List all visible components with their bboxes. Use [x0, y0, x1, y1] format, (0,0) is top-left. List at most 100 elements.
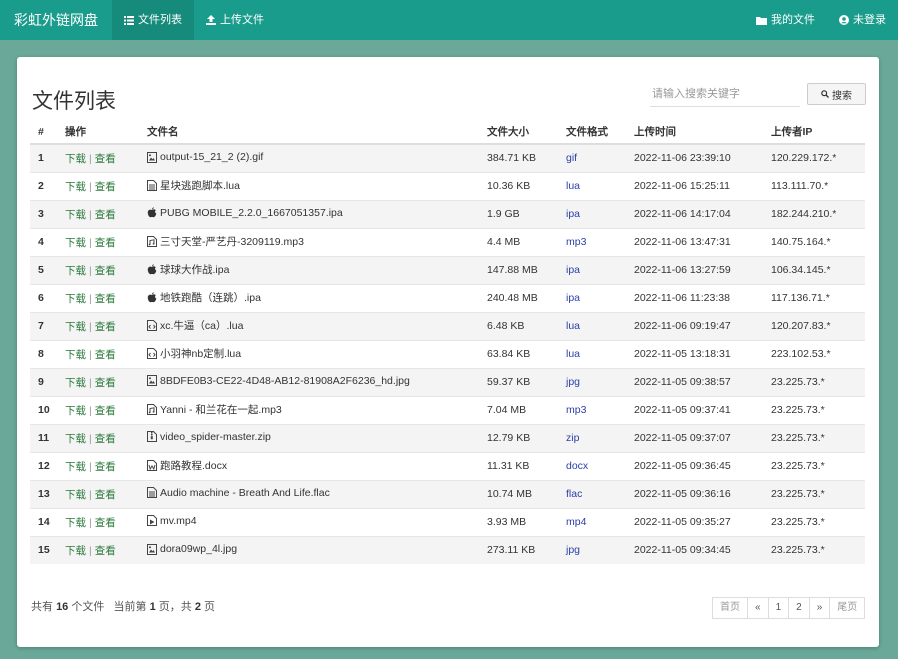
uploader-ip: 182.244.210.* — [763, 199, 865, 228]
row-number: 15 — [30, 535, 57, 564]
pager-next[interactable]: » — [808, 597, 831, 619]
uploader-ip: 106.34.145.* — [763, 255, 865, 284]
download-link[interactable]: 下载 — [65, 489, 86, 501]
nav-login[interactable]: 未登录 — [827, 0, 898, 40]
file-format: lua — [558, 311, 626, 340]
file-size: 63.84 KB — [479, 339, 558, 368]
table-row: 4 下载 | 查看 三寸天堂-严艺丹-3209119.mp3 4.4 MB mp3 2022-… — [30, 227, 865, 256]
pager-page-1[interactable]: 1 — [767, 597, 790, 619]
uploader-ip: 23.225.73.* — [763, 451, 865, 480]
row-number: 5 — [30, 255, 57, 284]
download-link[interactable]: 下载 — [65, 545, 86, 557]
file-size: 1.9 GB — [479, 199, 558, 228]
view-link[interactable]: 查看 — [95, 461, 116, 473]
view-link[interactable]: 查看 — [95, 377, 116, 389]
download-link[interactable]: 下载 — [65, 405, 86, 417]
row-actions: 下载 | 查看 — [57, 367, 139, 396]
download-link[interactable]: 下载 — [65, 349, 86, 361]
uploader-ip: 23.225.73.* — [763, 423, 865, 452]
pager-first[interactable]: 首页 — [712, 597, 748, 619]
apple-icon — [147, 207, 157, 218]
file-name-cell: 星块逃跑脚本.lua — [139, 171, 479, 200]
file-name[interactable]: 球球大作战.ipa — [160, 262, 229, 277]
search-button[interactable]: 搜索 — [807, 83, 866, 105]
file-name[interactable]: 小羽神nb定制.lua — [160, 346, 241, 361]
download-link[interactable]: 下载 — [65, 181, 86, 193]
file-name[interactable]: xc.牛逼（ca）.lua — [160, 318, 243, 333]
file-size: 10.36 KB — [479, 171, 558, 200]
download-link[interactable]: 下载 — [65, 517, 86, 529]
view-link[interactable]: 查看 — [95, 405, 116, 417]
file-size: 147.88 MB — [479, 255, 558, 284]
brand-logo[interactable]: 彩虹外链网盘 — [0, 0, 112, 40]
table-row: 15 下载 | 查看 dora09wp_4l.jpg 273.11 KB jpg 2022-1… — [30, 535, 865, 564]
file-list-panel: 文件列表 搜索 # 操作 文件名 文件大小 文件格式 上传时间 上传者IP 1下… — [17, 57, 879, 647]
uploader-ip: 23.225.73.* — [763, 367, 865, 396]
nav-my-files[interactable]: 我的文件 — [744, 0, 827, 40]
list-icon — [124, 15, 134, 25]
upload-time: 2022-11-05 13:18:31 — [626, 339, 763, 368]
view-link[interactable]: 查看 — [95, 237, 116, 249]
file-name[interactable]: video_spider-master.zip — [160, 431, 271, 443]
pager-prev[interactable]: « — [747, 597, 769, 619]
file-name[interactable]: 星块逃跑脚本.lua — [160, 178, 240, 193]
download-link[interactable]: 下载 — [65, 293, 86, 305]
file-name-cell: Audio machine - Breath And Life.flac — [139, 479, 479, 508]
download-link[interactable]: 下载 — [65, 461, 86, 473]
row-number: 4 — [30, 227, 57, 256]
table-row: 8 下载 | 查看 小羽神nb定制.lua 63.84 KB lua 2022-11-05 1… — [30, 339, 865, 368]
view-link[interactable]: 查看 — [95, 349, 116, 361]
action-separator: | — [89, 516, 92, 529]
view-link[interactable]: 查看 — [95, 489, 116, 501]
file-name[interactable]: 三寸天堂-严艺丹-3209119.mp3 — [160, 234, 304, 249]
download-link[interactable]: 下载 — [65, 377, 86, 389]
apple-icon — [147, 292, 157, 303]
post-pages-text: 页 — [204, 601, 216, 613]
header-time: 上传时间 — [626, 120, 763, 145]
file-format: lua — [558, 171, 626, 200]
view-link[interactable]: 查看 — [95, 433, 116, 445]
view-link[interactable]: 查看 — [95, 321, 116, 333]
file-name[interactable]: dora09wp_4l.jpg — [160, 543, 237, 555]
file-format: ipa — [558, 199, 626, 228]
action-separator: | — [89, 180, 92, 193]
nav-upload[interactable]: 上传文件 — [194, 0, 276, 40]
file-name[interactable]: 跑路教程.docx — [160, 458, 227, 473]
file-format: mp4 — [558, 507, 626, 536]
download-link[interactable]: 下载 — [65, 321, 86, 333]
view-link[interactable]: 查看 — [95, 181, 116, 193]
nav-file-list[interactable]: 文件列表 — [112, 0, 194, 40]
file-name[interactable]: 地铁跑酷（连跳）.ipa — [160, 290, 261, 305]
download-link[interactable]: 下载 — [65, 265, 86, 277]
file-name[interactable]: mv.mp4 — [160, 515, 197, 527]
view-link[interactable]: 查看 — [95, 265, 116, 277]
file-name[interactable]: PUBG MOBILE_2.2.0_1667051357.ipa — [160, 207, 343, 219]
view-link[interactable]: 查看 — [95, 293, 116, 305]
uploader-ip: 23.225.73.* — [763, 535, 865, 564]
table-header-row: # 操作 文件名 文件大小 文件格式 上传时间 上传者IP — [30, 120, 865, 145]
action-separator: | — [89, 236, 92, 249]
post-total-text: 个文件 — [71, 601, 105, 613]
view-link[interactable]: 查看 — [95, 517, 116, 529]
download-link[interactable]: 下载 — [65, 433, 86, 445]
download-link[interactable]: 下载 — [65, 153, 86, 165]
pager-last[interactable]: 尾页 — [829, 597, 866, 619]
file-name[interactable]: 8BDFE0B3-CE22-4D48-AB12-81908A2F6236_hd.… — [160, 375, 410, 387]
action-separator: | — [89, 376, 92, 389]
view-link[interactable]: 查看 — [95, 153, 116, 165]
download-link[interactable]: 下载 — [65, 209, 86, 221]
table-row: 1 下载 | 查看 output-15_21_2 (2).gif 384.71 KB gif… — [30, 143, 865, 172]
search-input[interactable] — [650, 81, 800, 107]
file-name[interactable]: Yanni - 和兰花在一起.mp3 — [160, 402, 282, 417]
download-link[interactable]: 下载 — [65, 237, 86, 249]
pager-page-2[interactable]: 2 — [788, 597, 810, 619]
row-number: 13 — [30, 479, 57, 508]
uploader-ip: 120.229.172.* — [763, 143, 865, 172]
file-name[interactable]: Audio machine - Breath And Life.flac — [160, 487, 330, 499]
file-name[interactable]: output-15_21_2 (2).gif — [160, 151, 263, 163]
action-separator: | — [89, 292, 92, 305]
view-link[interactable]: 查看 — [95, 545, 116, 557]
row-actions: 下载 | 查看 — [57, 255, 139, 284]
file-name-cell: xc.牛逼（ca）.lua — [139, 311, 479, 340]
view-link[interactable]: 查看 — [95, 209, 116, 221]
